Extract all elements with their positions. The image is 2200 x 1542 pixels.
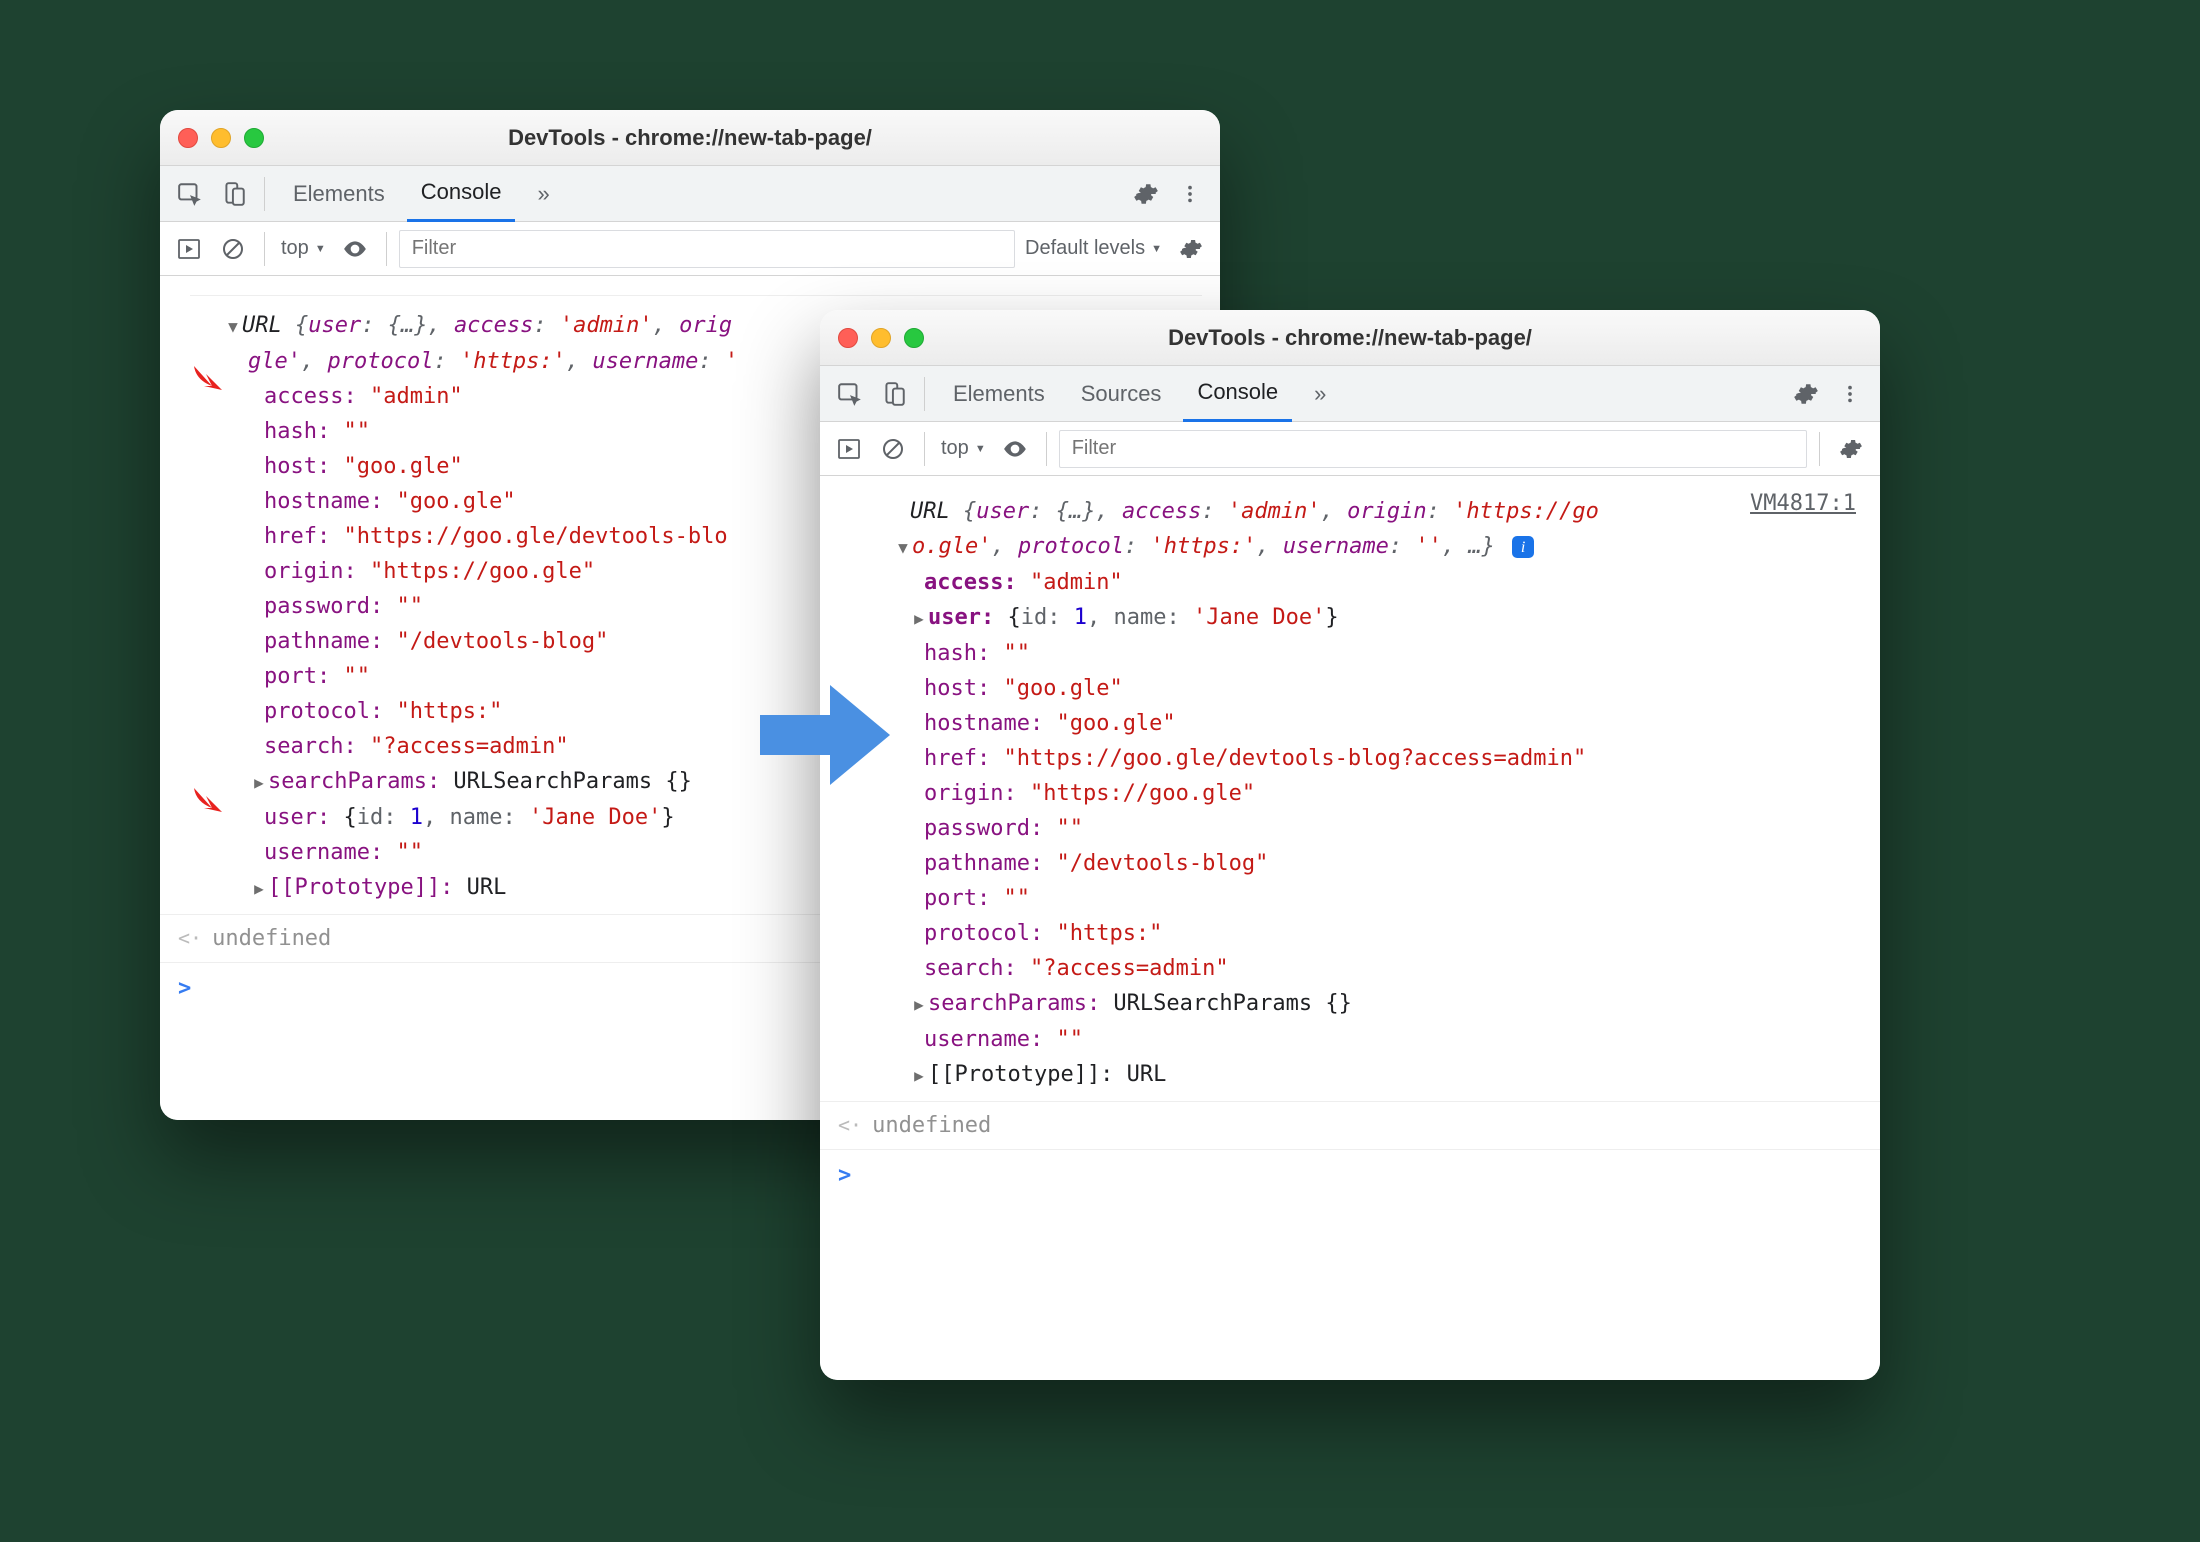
source-link[interactable]: VM4817:1 xyxy=(1750,486,1856,521)
titlebar: DevTools - chrome://new-tab-page/ xyxy=(820,310,1880,366)
expand-toggle[interactable] xyxy=(896,530,910,565)
tab-console[interactable]: Console xyxy=(407,166,516,222)
clear-icon[interactable] xyxy=(214,230,252,268)
separator xyxy=(386,232,387,266)
expand-toggle[interactable] xyxy=(912,987,926,1022)
tab-sources[interactable]: Sources xyxy=(1067,366,1176,422)
zoom-dot[interactable] xyxy=(244,128,264,148)
prompt-row[interactable]: > xyxy=(820,1149,1880,1201)
separator xyxy=(1819,432,1820,466)
inspect-icon[interactable] xyxy=(170,174,210,214)
tab-elements[interactable]: Elements xyxy=(939,366,1059,422)
clear-icon[interactable] xyxy=(874,430,912,468)
separator xyxy=(924,377,925,411)
tab-more[interactable]: » xyxy=(1300,366,1340,422)
tab-console[interactable]: Console xyxy=(1183,366,1292,422)
gear-icon[interactable] xyxy=(1126,174,1166,214)
expand-toggle[interactable] xyxy=(912,601,926,636)
filterbar: top Default levels xyxy=(160,222,1220,276)
play-sidebar-icon[interactable] xyxy=(830,430,868,468)
play-sidebar-icon[interactable] xyxy=(170,230,208,268)
output-caret-icon: <· xyxy=(178,921,202,956)
console-output[interactable]: VM4817:1 URL {user: {…}, access: 'admin'… xyxy=(820,476,1880,1380)
levels-dropdown[interactable]: Default levels xyxy=(1021,237,1166,260)
eye-icon[interactable] xyxy=(996,430,1034,468)
tabbar: Elements Console » xyxy=(160,166,1220,222)
close-dot[interactable] xyxy=(178,128,198,148)
window-title: DevTools - chrome://new-tab-page/ xyxy=(160,125,1220,151)
eye-icon[interactable] xyxy=(336,230,374,268)
gear-icon[interactable] xyxy=(1172,230,1210,268)
device-icon[interactable] xyxy=(214,174,254,214)
window-title: DevTools - chrome://new-tab-page/ xyxy=(820,325,1880,351)
expand-toggle[interactable] xyxy=(912,1058,926,1093)
info-badge[interactable]: i xyxy=(1512,536,1534,558)
expand-toggle[interactable] xyxy=(226,309,240,344)
input-caret-icon: > xyxy=(838,1163,851,1188)
filter-input[interactable] xyxy=(399,230,1015,268)
inspect-icon[interactable] xyxy=(830,374,870,414)
gear-icon[interactable] xyxy=(1832,430,1870,468)
minimize-dot[interactable] xyxy=(871,328,891,348)
gear-icon[interactable] xyxy=(1786,374,1826,414)
traffic-lights xyxy=(838,328,924,348)
result-row: <· undefined xyxy=(820,1101,1880,1149)
separator xyxy=(264,232,265,266)
devtools-window-right: DevTools - chrome://new-tab-page/ Elemen… xyxy=(820,310,1880,1380)
tab-elements[interactable]: Elements xyxy=(279,166,399,222)
traffic-lights xyxy=(178,128,264,148)
close-dot[interactable] xyxy=(838,328,858,348)
expand-toggle[interactable] xyxy=(252,765,266,800)
device-icon[interactable] xyxy=(874,374,914,414)
separator xyxy=(1046,432,1047,466)
tab-more[interactable]: » xyxy=(523,166,563,222)
kebab-icon[interactable] xyxy=(1830,374,1870,414)
kebab-icon[interactable] xyxy=(1170,174,1210,214)
context-dropdown[interactable]: top xyxy=(937,437,990,460)
input-caret-icon: > xyxy=(178,976,191,1001)
filterbar: top xyxy=(820,422,1880,476)
filter-input[interactable] xyxy=(1059,430,1807,468)
context-dropdown[interactable]: top xyxy=(277,237,330,260)
output-caret-icon: <· xyxy=(838,1108,862,1143)
minimize-dot[interactable] xyxy=(211,128,231,148)
titlebar: DevTools - chrome://new-tab-page/ xyxy=(160,110,1220,166)
tabbar: Elements Sources Console » xyxy=(820,366,1880,422)
separator xyxy=(264,177,265,211)
separator xyxy=(924,432,925,466)
expand-toggle[interactable] xyxy=(252,871,266,906)
zoom-dot[interactable] xyxy=(904,328,924,348)
